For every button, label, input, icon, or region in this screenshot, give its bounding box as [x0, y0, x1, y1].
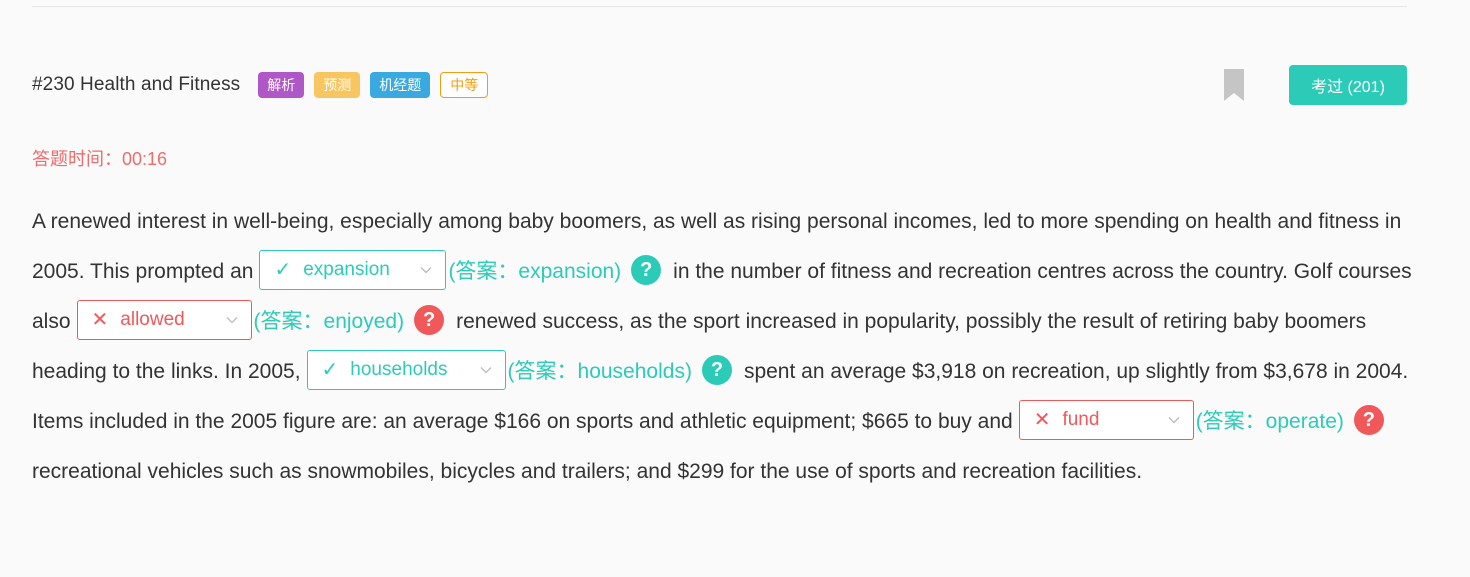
blank-dropdown-3[interactable]: ✓ households [306, 350, 506, 391]
question-title: #230 Health and Fitness [32, 74, 241, 95]
answer-hint: (答案：enjoyed) [253, 310, 405, 333]
blank-selected-value: expansion [303, 259, 390, 281]
blank-selected-value: households [350, 359, 448, 381]
bookmark-icon[interactable] [1224, 69, 1244, 101]
question-icon[interactable]: ? [631, 255, 662, 286]
blank-selected-value: fund [1062, 409, 1100, 431]
tag-difficulty: 中等 [440, 72, 489, 98]
check-icon: ✓ [321, 359, 339, 382]
tag-prediction[interactable]: 预测 [314, 72, 361, 98]
question-icon[interactable]: ? [414, 305, 445, 336]
chevron-down-icon [226, 317, 237, 324]
passage: A renewed interest in well-being, especi… [32, 197, 1422, 497]
tag-recalled[interactable]: 机经题 [370, 72, 431, 98]
answer-hint: (答案：expansion) [448, 260, 622, 283]
exam-count-button[interactable]: 考过 (201) [1289, 65, 1407, 105]
passage-text: recreational vehicles such as snowmobile… [32, 460, 1143, 483]
blank-selected-value: allowed [120, 309, 185, 331]
cross-icon: ✕ [1033, 409, 1051, 432]
chevron-down-icon [480, 367, 491, 374]
blank-dropdown-1[interactable]: ✓ expansion [259, 250, 447, 291]
question-icon[interactable]: ? [1353, 405, 1384, 436]
chevron-down-icon [1168, 417, 1180, 424]
answer-timer: 答题时间：00:16 [32, 149, 168, 169]
chevron-down-icon [420, 267, 432, 274]
tag-analysis[interactable]: 解析 [258, 72, 305, 98]
answer-hint: (答案：operate) [1195, 410, 1344, 433]
cross-icon: ✕ [91, 309, 109, 332]
answer-hint: (答案：households) [507, 360, 692, 383]
blank-dropdown-2[interactable]: ✕ allowed [76, 300, 252, 341]
question-page: #230 Health and Fitness 解析 预测 机经题 中等 考过 … [0, 0, 1470, 577]
check-icon: ✓ [274, 259, 292, 282]
question-icon[interactable]: ? [701, 355, 732, 386]
blank-dropdown-4[interactable]: ✕ fund [1018, 400, 1194, 441]
question-header: #230 Health and Fitness 解析 预测 机经题 中等 考过 … [32, 65, 1407, 105]
divider [32, 6, 1407, 7]
